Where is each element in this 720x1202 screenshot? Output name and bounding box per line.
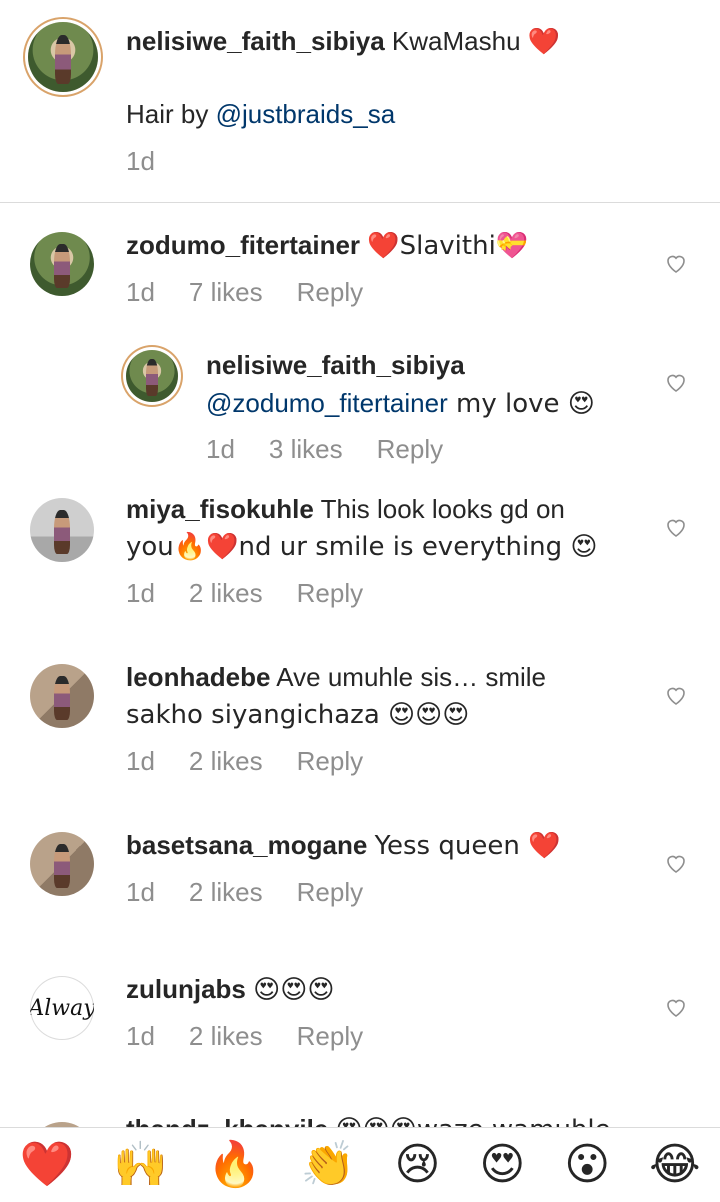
comment-time: 1d <box>126 746 155 776</box>
comment-time: 1d <box>126 578 155 608</box>
comment-avatar[interactable]: Alway <box>30 976 94 1040</box>
comment-username[interactable]: leonhadebe <box>126 662 270 692</box>
avatar-logo-text: Alway <box>30 995 94 1021</box>
comment-time: 1d <box>126 877 155 907</box>
surprised-emoji-button[interactable]: 😮 <box>564 1139 610 1190</box>
like-heart-icon[interactable] <box>664 851 688 875</box>
mention-link[interactable]: @justbraids_sa <box>216 99 396 129</box>
like-heart-icon[interactable] <box>664 251 688 275</box>
reply-username[interactable]: nelisiwe_faith_sibiya <box>206 350 465 380</box>
reply-button[interactable]: Reply <box>297 877 363 908</box>
comment-text: zulunjabs 😍😍😍 <box>126 974 335 1005</box>
comment-meta: 1d 2 likes Reply <box>126 746 363 777</box>
comment-meta: 1d 7 likes Reply <box>126 277 363 308</box>
comment-likes[interactable]: 2 likes <box>189 877 263 908</box>
caption-avatar[interactable] <box>28 22 98 92</box>
comment-username[interactable]: basetsana_mogane <box>126 830 367 860</box>
comment-avatar[interactable] <box>30 232 94 296</box>
comment-avatar[interactable] <box>30 498 94 562</box>
crying-emoji-button[interactable]: 😢 <box>395 1139 441 1190</box>
reply-button[interactable]: Reply <box>297 1021 363 1052</box>
like-heart-icon[interactable] <box>664 995 688 1019</box>
caption-meta: 1d <box>126 146 155 177</box>
comment-text: leonhadebe Ave umuhle sis… smile <box>126 662 547 692</box>
comment-avatar[interactable] <box>30 664 94 728</box>
reply-username-line: nelisiwe_faith_sibiya <box>206 346 465 384</box>
comment-text-line2: you🔥❤️nd ur smile is everything 😍 <box>126 532 598 562</box>
clap-emoji-button[interactable]: 👏 <box>301 1138 356 1190</box>
reply-button[interactable]: Reply <box>297 746 363 777</box>
caption-username[interactable]: nelisiwe_faith_sibiya <box>126 26 385 56</box>
comment-text: zodumo_fitertainer ❤️Slavithi💝 <box>126 230 529 261</box>
raised-hands-emoji-button[interactable]: 🙌 <box>113 1138 168 1190</box>
mention-link[interactable]: @zodumo_fitertainer <box>206 388 448 418</box>
comment-text-line2: sakho siyangichaza 😍😍😍 <box>126 700 470 730</box>
reply-button[interactable]: Reply <box>377 434 443 465</box>
comment-meta: 1d 2 likes Reply <box>126 1021 363 1052</box>
comment-meta: 1d 2 likes Reply <box>126 877 363 908</box>
comment-avatar[interactable] <box>30 832 94 896</box>
laughing-emoji-button[interactable]: 😂 <box>649 1139 700 1190</box>
comment-username[interactable]: zodumo_fitertainer <box>126 230 360 260</box>
fire-emoji-button[interactable]: 🔥 <box>207 1138 262 1190</box>
reply-text: @zodumo_fitertainer my love 😍 <box>206 388 595 419</box>
caption-text: nelisiwe_faith_sibiya KwaMashu ❤️ <box>126 26 561 57</box>
comment-likes[interactable]: 2 likes <box>189 746 263 777</box>
comment-username[interactable]: miya_fisokuhle <box>126 494 314 524</box>
caption-divider <box>0 202 720 203</box>
emoji-reaction-bar: ❤️ 🙌 🔥 👏 😢 😍 😮 😂 <box>0 1127 720 1200</box>
comment-likes[interactable]: 2 likes <box>189 1021 263 1052</box>
caption-line2: Hair by @justbraids_sa <box>126 99 396 129</box>
like-heart-icon[interactable] <box>664 515 688 539</box>
comment-likes[interactable]: 7 likes <box>189 277 263 308</box>
comment-time: 1d <box>126 277 155 307</box>
heart-emoji-button[interactable]: ❤️ <box>19 1138 74 1190</box>
comment-text: basetsana_mogane Yess queen ❤️ <box>126 830 561 861</box>
caption-time: 1d <box>126 146 155 176</box>
heart-eyes-emoji-button[interactable]: 😍 <box>479 1139 525 1190</box>
like-heart-icon[interactable] <box>664 683 688 707</box>
comment-text: miya_fisokuhle This look looks gd on <box>126 494 565 524</box>
reply-button[interactable]: Reply <box>297 277 363 308</box>
comment-username[interactable]: zulunjabs <box>126 974 246 1004</box>
comment-time: 1d <box>126 1021 155 1051</box>
like-heart-icon[interactable] <box>664 370 688 394</box>
comment-likes[interactable]: 3 likes <box>269 434 343 465</box>
comment-likes[interactable]: 2 likes <box>189 578 263 609</box>
reply-button[interactable]: Reply <box>297 578 363 609</box>
comment-time: 1d <box>206 434 235 464</box>
reply-meta: 1d 3 likes Reply <box>206 434 443 465</box>
reply-avatar[interactable] <box>126 350 178 402</box>
comment-meta: 1d 2 likes Reply <box>126 578 363 609</box>
